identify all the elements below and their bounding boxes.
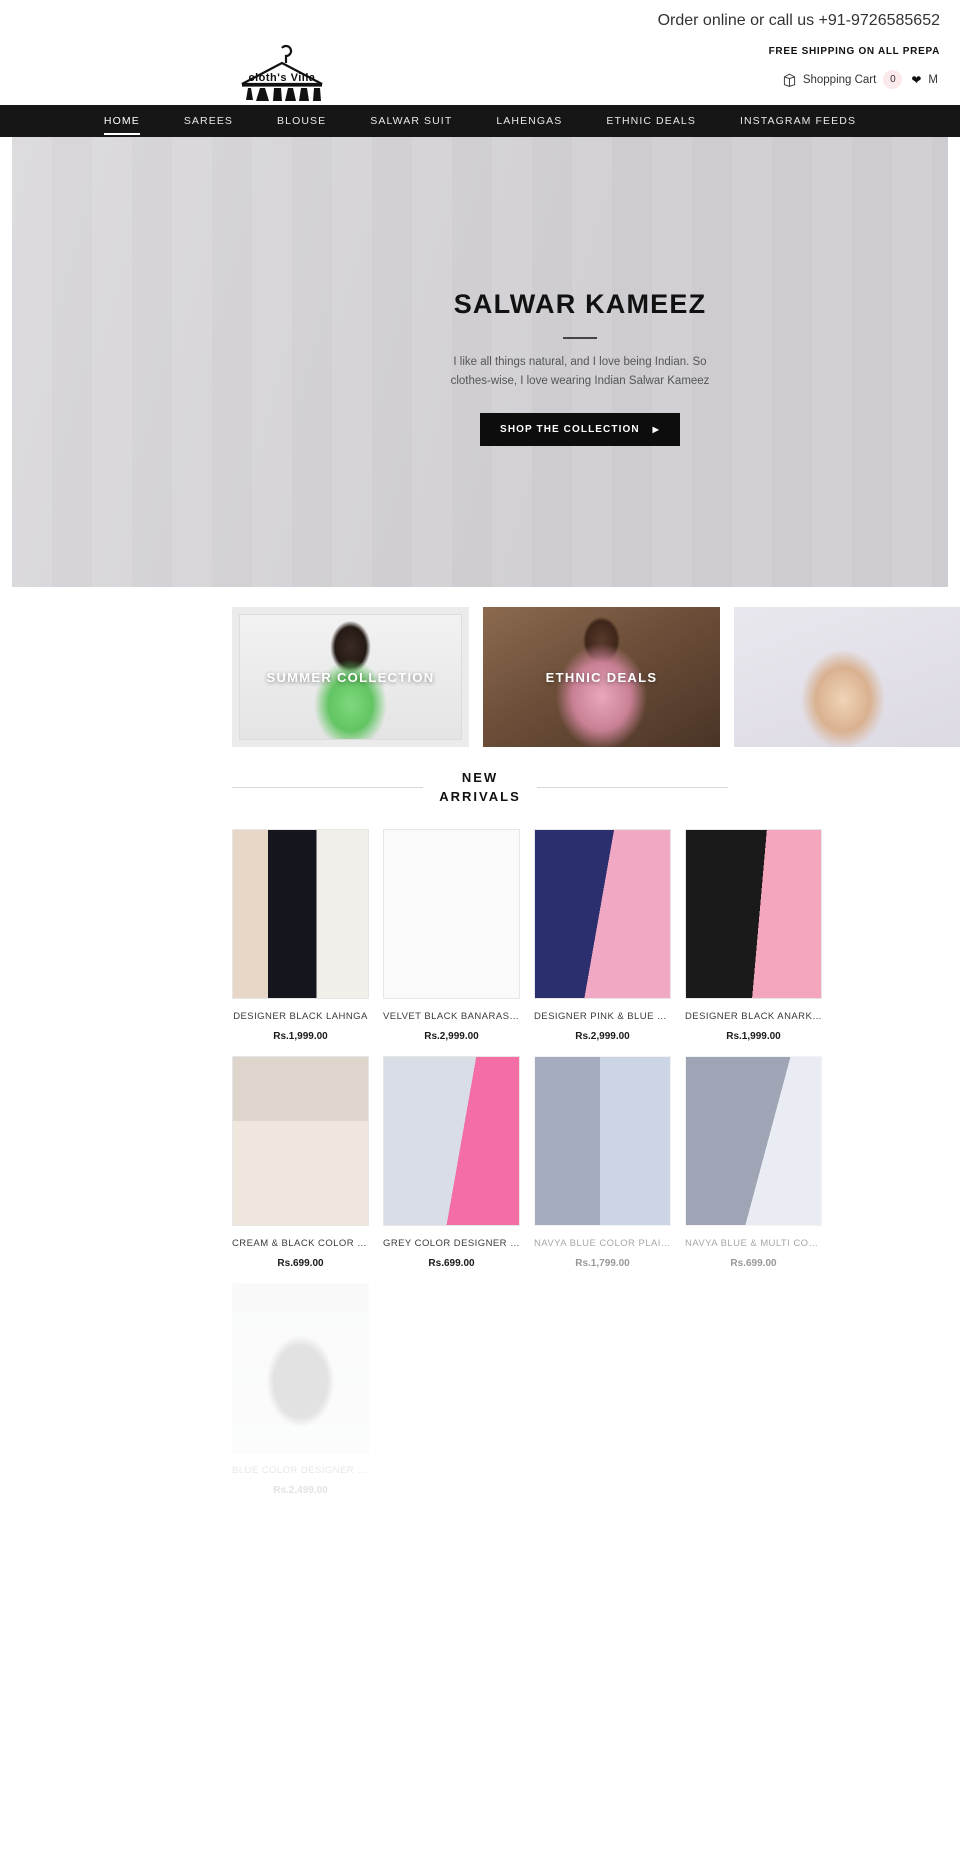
bag-icon [783, 72, 796, 87]
product-title: NAVYA BLUE & MULTI COLOR [685, 1237, 822, 1249]
clothes-hanger-logo-icon: cloth's Villa [241, 44, 323, 101]
wishlist-link[interactable]: ❤ M [911, 73, 938, 87]
hero-banner: SALWAR KAMEEZ I like all things natural,… [12, 137, 948, 587]
product-price: Rs.1,999.00 [273, 1030, 328, 1042]
product-card[interactable]: GREY COLOR DESIGNER DRESS W... Rs.699.00 [383, 1055, 520, 1269]
product-image [383, 1055, 520, 1226]
product-title: CREAM & BLACK COLOR DESIGNE... [232, 1237, 369, 1249]
collection-tile-ethnic-deals[interactable]: ETHNIC DEALS [483, 607, 720, 747]
heading-rule-left [232, 787, 424, 789]
product-card[interactable]: DESIGNER BLACK LAHNGA Rs.1,999.00 [232, 828, 369, 1042]
product-card[interactable]: DESIGNER PINK & BLUE SEMIST... Rs.2,999.… [534, 828, 671, 1042]
product-image [232, 828, 369, 999]
product-card[interactable]: NAVYA BLUE & MULTI COLOR Rs.699.00 [685, 1055, 822, 1269]
collection-tiles: SUMMER COLLECTION ETHNIC DEALS [0, 607, 960, 747]
wishlist-label: M [928, 73, 938, 86]
product-title: BLUE COLOR DESIGNER LEHENGA... [232, 1464, 369, 1476]
nav-item-blouse[interactable]: BLOUSE [255, 115, 348, 127]
site-logo[interactable]: cloth's Villa [222, 40, 342, 112]
product-price: Rs.699.00 [277, 1257, 324, 1269]
product-price: Rs.1,999.00 [726, 1030, 781, 1042]
nav-item-salwar-suit[interactable]: SALWAR SUIT [348, 115, 474, 127]
contact-phone: Order online or call us +91-9726585652 [657, 12, 940, 29]
product-price: Rs.2,999.00 [575, 1030, 630, 1042]
shop-the-collection-button[interactable]: SHOP THE COLLECTION ▶ [480, 412, 680, 446]
product-image [685, 1055, 822, 1226]
product-card[interactable]: CREAM & BLACK COLOR DESIGNE... Rs.699.00 [232, 1055, 369, 1269]
product-card[interactable]: DESIGNER BLACK ANARKALI Rs.1,999.00 [685, 828, 822, 1042]
hero-divider [563, 337, 597, 339]
product-card[interactable]: BLUE COLOR DESIGNER LEHENGA... Rs.2,499.… [232, 1282, 369, 1496]
product-price: Rs.2,499.00 [273, 1484, 328, 1496]
product-card[interactable]: VELVET BLACK BANARASI BROCA... Rs.2,999.… [383, 828, 520, 1042]
shopping-cart-label: Shopping Cart [802, 73, 877, 86]
utility-links: Shopping Cart 0 ❤ M [0, 70, 940, 89]
hero-content: SALWAR KAMEEZ I like all things natural,… [370, 289, 790, 446]
hero-title: SALWAR KAMEEZ [453, 289, 707, 319]
product-price: Rs.699.00 [730, 1257, 777, 1269]
product-title: VELVET BLACK BANARASI BROCA... [383, 1010, 520, 1022]
collection-tile-summer-collection[interactable]: SUMMER COLLECTION [232, 607, 469, 747]
arrow-right-icon: ▶ [652, 424, 660, 434]
new-arrivals-heading: NEW ARRIVALS [0, 769, 960, 807]
section-title: NEW ARRIVALS [439, 770, 521, 804]
product-image [232, 1055, 369, 1226]
collection-tile-label: SUMMER COLLECTION [266, 669, 435, 685]
svg-text:cloth's Villa: cloth's Villa [249, 72, 316, 84]
product-title: DESIGNER BLACK ANARKALI [685, 1010, 822, 1022]
product-grid: DESIGNER BLACK LAHNGA Rs.1,999.00 VELVET… [0, 828, 960, 1496]
nav-item-sarees[interactable]: SAREES [162, 115, 255, 127]
shopping-cart-link[interactable]: Shopping Cart 0 [783, 70, 903, 89]
product-price: Rs.699.00 [428, 1257, 475, 1269]
main-navigation: HOME SAREES BLOUSE SALWAR SUIT LAHENGAS … [0, 105, 960, 137]
collection-tile-third[interactable] [734, 607, 960, 747]
cart-count-badge: 0 [883, 70, 903, 89]
top-bar: Order online or call us +91-9726585652 F… [0, 0, 960, 89]
nav-item-ethnic-deals[interactable]: ETHNIC DEALS [584, 115, 718, 127]
hero-subtitle: I like all things natural, and I love be… [450, 356, 710, 387]
nav-item-home[interactable]: HOME [82, 115, 162, 135]
heading-rule-right [536, 787, 729, 789]
product-image [534, 828, 671, 999]
collection-tile-label: ETHNIC DEALS [545, 669, 658, 685]
product-image [232, 1282, 369, 1453]
shop-the-collection-label: SHOP THE COLLECTION [500, 423, 640, 435]
product-image [383, 828, 520, 999]
product-title: DESIGNER BLACK LAHNGA [233, 1010, 368, 1022]
product-price: Rs.2,999.00 [424, 1030, 479, 1042]
product-image [685, 828, 822, 999]
product-price: Rs.1,799.00 [575, 1257, 630, 1269]
product-title: NAVYA BLUE COLOR PLAIN GOWN... [534, 1237, 671, 1249]
product-image [534, 1055, 671, 1226]
nav-item-lahengas[interactable]: LAHENGAS [474, 115, 584, 127]
free-shipping-notice: FREE SHIPPING ON ALL PREPA [768, 46, 940, 57]
product-card[interactable]: NAVYA BLUE COLOR PLAIN GOWN... Rs.1,799.… [534, 1055, 671, 1269]
product-title: DESIGNER PINK & BLUE SEMIST... [534, 1010, 671, 1022]
nav-item-instagram-feeds[interactable]: INSTAGRAM FEEDS [718, 115, 878, 127]
heart-icon: ❤ [911, 72, 922, 87]
product-title: GREY COLOR DESIGNER DRESS W... [383, 1237, 520, 1249]
